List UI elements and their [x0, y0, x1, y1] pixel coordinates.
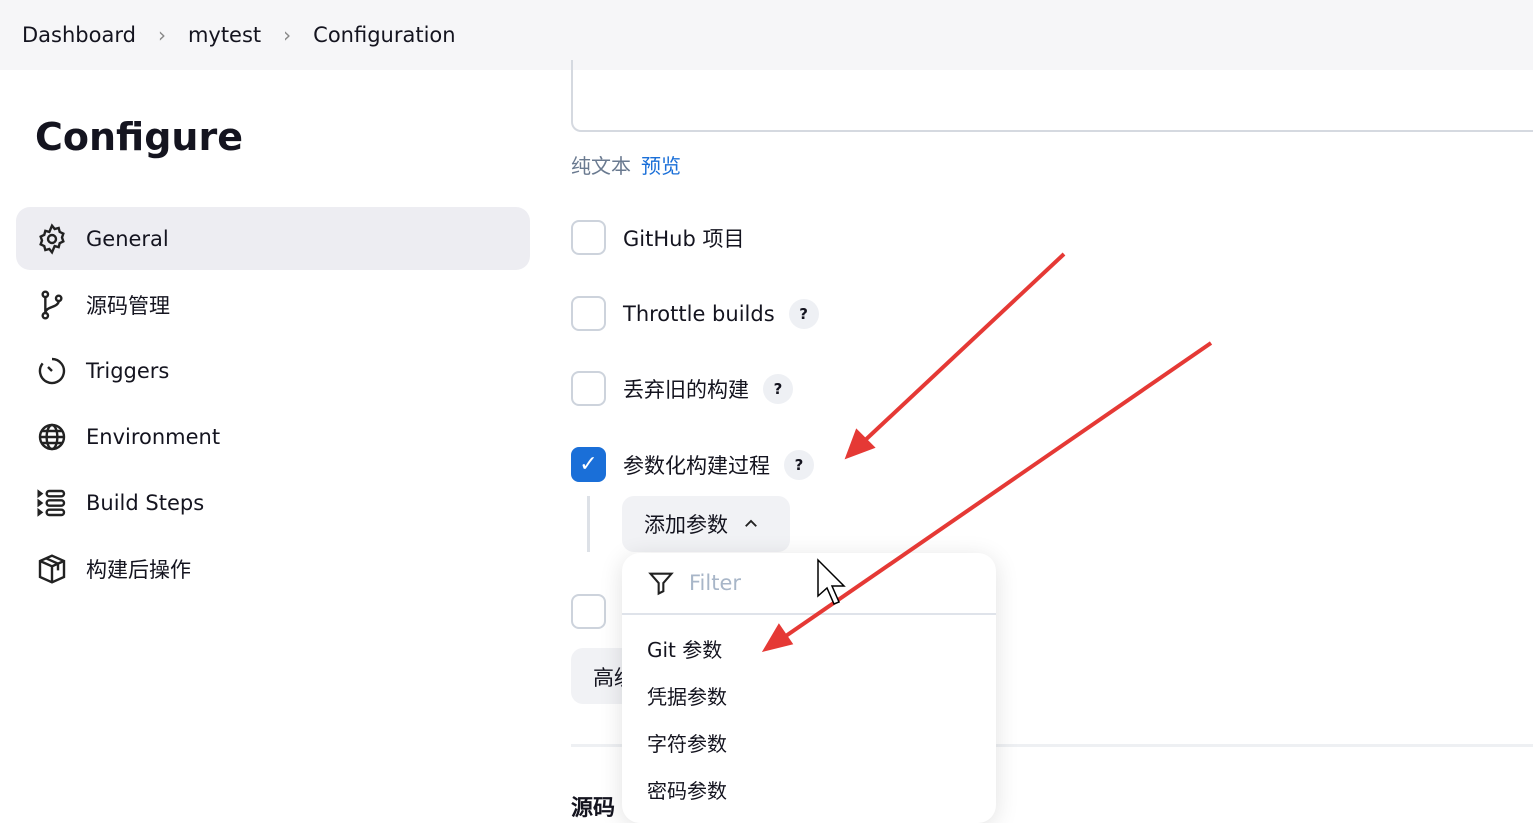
option-label: Throttle builds — [623, 301, 775, 326]
chevron-right-icon: › — [283, 23, 292, 47]
sidebar-item-label: General — [86, 226, 169, 251]
menu-item-credentials-parameter[interactable]: 凭据参数 — [622, 672, 996, 719]
help-icon[interactable]: ? — [788, 298, 819, 329]
preview-link[interactable]: 预览 — [641, 154, 681, 178]
sidebar-item-label: 构建后操作 — [86, 557, 191, 582]
sidebar-item-general[interactable]: General — [16, 207, 530, 270]
add-parameter-dropdown: Filter Git 参数 凭据参数 字符参数 密码参数 — [622, 553, 996, 823]
filter-placeholder: Filter — [689, 571, 742, 595]
list-icon — [37, 488, 66, 517]
option-label: GitHub 项目 — [623, 226, 745, 251]
checkbox[interactable] — [571, 220, 606, 255]
add-parameter-label: 添加参数 — [644, 513, 728, 537]
annotation-arrow — [858, 252, 1066, 447]
sidebar-item-build-steps[interactable]: Build Steps — [16, 471, 530, 534]
sidebar-item-label: Environment — [86, 424, 221, 449]
help-icon[interactable]: ? — [763, 373, 793, 404]
gear-icon — [39, 222, 65, 255]
option-github-project: GitHub 项目 — [571, 220, 744, 255]
package-icon — [38, 553, 66, 584]
option-label: 丢弃旧的构建 — [623, 377, 749, 402]
sidebar-item-label: Triggers — [86, 358, 170, 383]
plain-text-link[interactable]: 纯文本 — [571, 154, 631, 178]
description-textarea[interactable] — [571, 60, 1533, 132]
checkbox[interactable] — [571, 371, 606, 406]
help-icon[interactable]: ? — [784, 449, 814, 480]
arrowhead-icon — [844, 428, 876, 460]
checkbox-checked[interactable]: ✓ — [571, 447, 606, 482]
option-parameterized-build: ✓ 参数化构建过程 ? — [571, 447, 814, 482]
nested-indicator — [587, 496, 590, 552]
sidebar: General 源码管理 Triggers Environment Build … — [16, 207, 530, 603]
page-title: Configure — [35, 115, 243, 159]
option-discard-old-builds: 丢弃旧的构建 ? — [571, 371, 793, 406]
sidebar-item-label: Build Steps — [86, 490, 205, 515]
add-parameter-button[interactable]: 添加参数 — [622, 496, 790, 552]
globe-icon — [38, 423, 66, 450]
menu-item-git-parameter[interactable]: Git 参数 — [622, 625, 996, 672]
section-heading-scm: 源码 — [571, 796, 616, 821]
option-hidden — [571, 594, 623, 629]
sidebar-item-label: 源码管理 — [86, 293, 170, 318]
filter-input[interactable]: Filter — [622, 553, 996, 615]
branch-icon — [41, 289, 63, 320]
clock-icon — [38, 357, 66, 384]
breadcrumb-configuration[interactable]: Configuration — [313, 23, 455, 47]
option-throttle-builds: Throttle builds ? — [571, 296, 819, 331]
sidebar-item-environment[interactable]: Environment — [16, 405, 530, 468]
sidebar-item-triggers[interactable]: Triggers — [16, 339, 530, 402]
breadcrumb-job[interactable]: mytest — [188, 23, 261, 47]
filter-icon — [648, 572, 674, 596]
breadcrumb-dashboard[interactable]: Dashboard — [22, 23, 136, 47]
menu-item-password-parameter[interactable]: 密码参数 — [622, 766, 996, 813]
menu-item-string-parameter[interactable]: 字符参数 — [622, 719, 996, 766]
chevron-right-icon: › — [157, 23, 166, 47]
option-label: 参数化构建过程 — [623, 453, 770, 478]
checkbox[interactable] — [571, 296, 606, 331]
chevron-up-icon — [745, 519, 757, 527]
sidebar-item-scm[interactable]: 源码管理 — [16, 273, 530, 336]
format-toggle: 纯文本 预览 — [571, 150, 681, 179]
sidebar-item-post-build[interactable]: 构建后操作 — [16, 537, 530, 600]
check-icon: ✓ — [579, 452, 598, 477]
checkbox[interactable] — [571, 594, 606, 629]
